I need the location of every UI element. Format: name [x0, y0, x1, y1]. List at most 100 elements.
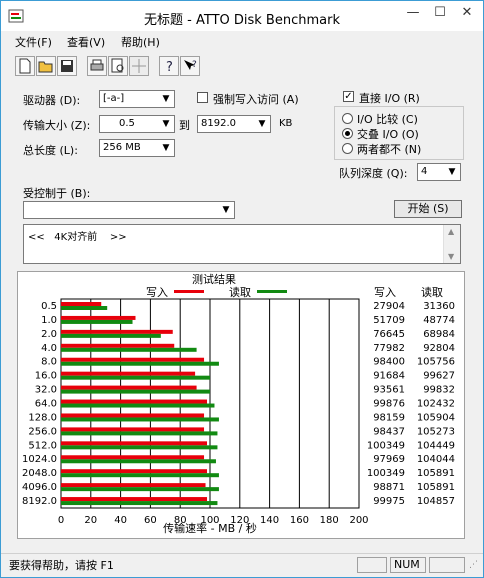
y-category-label: 64.0: [35, 399, 57, 410]
x-tick-label: 20: [84, 515, 97, 526]
menu-view[interactable]: 查看(V): [67, 34, 105, 50]
x-tick-label: 0: [58, 515, 64, 526]
chevron-down-icon: ▼: [222, 205, 230, 215]
read-bar: [61, 389, 210, 394]
read-value-label: 31360: [423, 301, 455, 312]
legend-read-swatch: [257, 290, 287, 293]
write-bar: [61, 371, 196, 376]
read-bar: [61, 473, 219, 478]
transfer-from-select[interactable]: 0.5 ▼: [99, 115, 175, 133]
write-value-label: 91684: [373, 371, 405, 382]
x-tick-label: 200: [349, 515, 368, 526]
read-value-label: 99832: [423, 385, 455, 396]
menu-bar: 文件(F) 查看(V) 帮助(H): [1, 31, 483, 51]
read-bar: [61, 361, 219, 366]
write-bar: [61, 385, 197, 390]
svg-text:?: ?: [166, 60, 173, 75]
save-button[interactable]: [57, 56, 77, 76]
read-bar: [61, 375, 210, 380]
x-tick-label: 40: [114, 515, 127, 526]
y-category-label: 1024.0: [22, 454, 57, 465]
col-write-header: 写入: [374, 286, 396, 299]
force-write-checkbox[interactable]: [197, 92, 208, 103]
results-chart: 测试结果 写入 读取 写入 读取 0 20 40 60 80 100 120 140 160 18…: [22, 273, 455, 535]
status-panel-scroll: [429, 557, 465, 573]
x-tick-label: 160: [290, 515, 309, 526]
write-bar: [61, 329, 173, 334]
help-icon: ?: [166, 60, 173, 75]
drive-select[interactable]: [-a-] ▼: [99, 90, 175, 108]
transfer-unit: KB: [279, 118, 293, 129]
direct-io-label: 直接 I/O (R): [359, 92, 420, 105]
move-button[interactable]: [129, 56, 149, 76]
status-panel-caps: [357, 557, 387, 573]
write-bar: [61, 315, 136, 320]
notes-scrollbar[interactable]: ▲ ▼: [443, 225, 460, 263]
read-bar: [61, 487, 219, 492]
write-bar: [61, 343, 175, 348]
y-category-label: 256.0: [28, 426, 57, 437]
title-bar: 无标题 - ATTO Disk Benchmark — ☐ ✕: [1, 1, 483, 31]
transfer-to-select[interactable]: 8192.0 ▼: [197, 115, 271, 133]
direct-io-checkbox[interactable]: ✓: [343, 91, 354, 102]
y-category-label: 2.0: [41, 329, 57, 340]
transfer-from-value: 0.5: [119, 118, 135, 129]
notes-textarea[interactable]: << 4K对齐前 >> ▲ ▼: [23, 224, 461, 264]
open-icon: [38, 61, 53, 73]
controlled-by-select[interactable]: ▼: [23, 201, 235, 219]
help-button[interactable]: ?: [159, 56, 179, 76]
write-bar: [61, 497, 208, 502]
write-value-label: 99975: [373, 496, 405, 507]
y-category-label: 16.0: [35, 371, 57, 382]
write-value-label: 76645: [373, 329, 405, 340]
print-preview-button[interactable]: [108, 56, 128, 76]
menu-file[interactable]: 文件(F): [15, 34, 52, 50]
queue-depth-select[interactable]: 4 ▼: [417, 163, 461, 181]
read-value-label: 102432: [417, 399, 455, 410]
write-bar: [61, 357, 205, 362]
y-category-label: 1.0: [41, 315, 57, 326]
chevron-down-icon: ▼: [162, 119, 170, 129]
read-bar: [61, 306, 108, 310]
read-value-label: 104044: [417, 454, 455, 465]
status-bar: 要获得帮助，请按 F1 NUM ⋰: [1, 553, 483, 576]
controlled-by-label: 受控制于 (B):: [23, 187, 91, 200]
write-value-label: 98871: [373, 482, 405, 493]
results-title: 测试结果: [192, 273, 236, 286]
status-num-indicator: NUM: [390, 557, 426, 573]
read-value-label: 105273: [417, 426, 455, 437]
write-value-label: 93561: [373, 385, 405, 396]
new-button[interactable]: [15, 56, 35, 76]
read-bar: [61, 333, 161, 338]
close-button[interactable]: ✕: [454, 3, 480, 23]
write-bar: [61, 441, 208, 446]
context-help-button[interactable]: ?: [180, 56, 200, 76]
queue-depth-label: 队列深度 (Q):: [339, 167, 408, 180]
resize-grip-icon[interactable]: ⋰: [469, 560, 478, 570]
start-button[interactable]: 开始 (S): [394, 200, 462, 218]
read-value-label: 105891: [417, 482, 455, 493]
chevron-down-icon: ▼: [162, 143, 170, 153]
results-panel: 测试结果 写入 读取 写入 读取 0 20 40 60 80 100 120 140 160 18…: [17, 271, 465, 539]
print-preview-icon: [111, 58, 124, 73]
menu-help[interactable]: 帮助(H): [121, 34, 160, 50]
read-bar: [61, 431, 218, 436]
open-button[interactable]: [36, 56, 56, 76]
total-length-select[interactable]: 256 MB ▼: [99, 139, 175, 157]
transfer-to-value: 8192.0: [201, 118, 236, 129]
read-bar: [61, 501, 218, 506]
read-bar: [61, 403, 215, 408]
read-bar: [61, 319, 133, 324]
write-value-label: 97969: [373, 454, 405, 465]
neither-radio[interactable]: [342, 143, 353, 154]
x-tick-label: 60: [144, 515, 157, 526]
maximize-button[interactable]: ☐: [427, 3, 453, 23]
io-compare-radio[interactable]: [342, 113, 353, 124]
minimize-button[interactable]: —: [400, 3, 426, 23]
print-button[interactable]: [87, 56, 107, 76]
read-value-label: 104857: [417, 496, 455, 507]
overlapped-io-radio[interactable]: [342, 128, 353, 139]
overlapped-io-label: 交叠 I/O (O): [357, 128, 419, 141]
y-category-label: 4.0: [41, 343, 57, 354]
write-bar: [61, 469, 208, 474]
